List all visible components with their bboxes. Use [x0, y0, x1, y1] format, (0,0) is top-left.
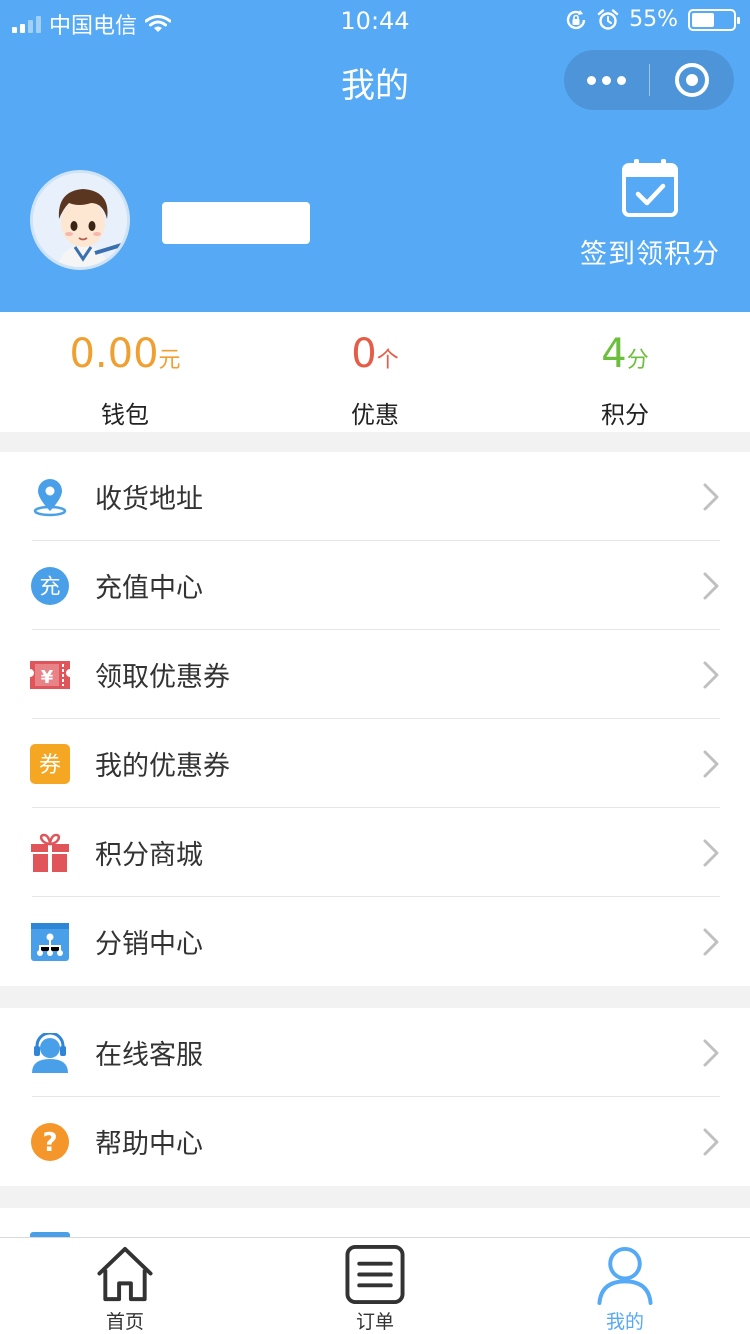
stat-unit: 元	[158, 348, 181, 373]
recharge-icon-glyph: 充	[40, 574, 61, 598]
home-icon	[97, 1246, 153, 1302]
menu-group-services: 收货地址 充 充值中心 ¥ 领取优惠券 券 我的优惠券 积分商城 分销中心	[0, 452, 750, 986]
stat-value-row: 0.00元	[0, 330, 250, 385]
coupon-ticket-icon: ¥	[30, 655, 70, 695]
menu-item-label: 分销中心	[95, 929, 203, 960]
chevron-right-icon	[703, 1039, 719, 1066]
menu-item-get-coupons[interactable]: ¥ 领取优惠券	[0, 630, 750, 719]
menu-item-label: 收货地址	[95, 484, 203, 515]
stat-value: 0.00	[69, 331, 159, 377]
tab-orders[interactable]: 订单	[250, 1238, 500, 1334]
menu-item-my-coupons[interactable]: 券 我的优惠券	[0, 719, 750, 808]
tab-label: 订单	[355, 1311, 394, 1333]
help-icon-glyph: ?	[42, 1128, 57, 1158]
chevron-right-icon	[703, 661, 719, 688]
chevron-right-icon	[703, 928, 719, 955]
account-stats: 0.00元 钱包 0个 优惠 4分 积分	[0, 312, 750, 432]
checkin-button[interactable]: 签到领积分	[580, 158, 720, 271]
customer-service-icon	[30, 1032, 70, 1073]
menu-item-shipping-address[interactable]: 收货地址	[0, 452, 750, 541]
checkin-label: 签到领积分	[580, 239, 720, 270]
menu-item-online-service[interactable]: 在线客服	[0, 1008, 750, 1097]
my-coupon-icon: 券	[30, 743, 70, 784]
menu-item-points-mall[interactable]: 积分商城	[0, 808, 750, 897]
menu-item-label: 帮助中心	[95, 1129, 203, 1160]
menu-group-support: 在线客服 ? 帮助中心	[0, 1008, 750, 1186]
stat-label: 钱包	[101, 401, 149, 429]
location-pin-icon	[30, 477, 70, 517]
chevron-right-icon	[703, 839, 719, 866]
avatar-illustration	[33, 173, 127, 267]
dot-icon	[617, 75, 626, 85]
recharge-icon: 充	[30, 566, 70, 606]
help-icon: ?	[30, 1122, 70, 1162]
alarm-icon	[597, 8, 619, 30]
menu-item-recharge-center[interactable]: 充 充值中心	[0, 541, 750, 630]
menu-item-distribution-center[interactable]: 分销中心	[0, 897, 750, 986]
stat-points[interactable]: 4分 积分	[500, 312, 750, 432]
chevron-right-icon	[703, 750, 719, 777]
tab-label: 首页	[105, 1311, 144, 1333]
stat-value: 4	[601, 331, 627, 377]
menu-item-label: 积分商城	[95, 840, 203, 871]
menu-item-help-center[interactable]: ? 帮助中心	[0, 1097, 750, 1186]
profile-header: 签到领积分	[0, 120, 750, 312]
stat-label: 优惠	[351, 401, 399, 429]
tab-bar: 首页 订单 我的	[0, 1237, 750, 1334]
status-bar: 中国电信 10:44 55%	[0, 0, 750, 42]
stat-unit: 个	[376, 348, 399, 373]
tab-home[interactable]: 首页	[0, 1238, 250, 1334]
stat-value-row: 0个	[250, 330, 500, 385]
my-coupon-icon-glyph: 券	[39, 753, 61, 778]
menu-item-label: 我的优惠券	[95, 751, 230, 782]
status-icons: 55%	[565, 7, 740, 32]
tab-mine[interactable]: 我的	[500, 1238, 750, 1334]
chevron-right-icon	[703, 1128, 719, 1155]
stat-value-row: 4分	[500, 330, 750, 385]
calendar-check-icon	[622, 159, 678, 217]
more-options-button[interactable]	[564, 50, 649, 110]
battery-level-fill	[692, 12, 714, 27]
username-redacted	[162, 202, 310, 244]
orders-icon	[345, 1244, 405, 1305]
stat-wallet[interactable]: 0.00元 钱包	[0, 312, 250, 432]
stat-label: 积分	[601, 401, 649, 429]
menu-item-label: 领取优惠券	[95, 662, 230, 693]
target-circle-icon	[675, 63, 709, 97]
chevron-right-icon	[703, 483, 719, 510]
avatar[interactable]	[30, 170, 130, 270]
miniprogram-capsule	[564, 50, 734, 110]
close-miniprogram-button[interactable]	[650, 50, 734, 110]
battery-percent: 55%	[629, 7, 678, 32]
stat-coupons[interactable]: 0个 优惠	[250, 312, 500, 432]
menu-item-label: 在线客服	[95, 1040, 203, 1071]
menu-group-more	[0, 1208, 750, 1237]
navigation-bar: 我的	[0, 42, 750, 120]
gift-icon	[30, 833, 70, 873]
dot-icon	[602, 75, 611, 85]
coupon-icon-glyph: ¥	[41, 667, 54, 688]
stat-value: 0	[351, 331, 377, 377]
user-icon	[597, 1246, 653, 1305]
dot-icon	[587, 75, 596, 85]
chevron-right-icon	[703, 572, 719, 599]
rotation-lock-icon	[566, 9, 586, 29]
distribution-icon	[30, 922, 70, 962]
menu-item-label: 充值中心	[95, 573, 203, 604]
tab-label: 我的	[605, 1311, 644, 1333]
stat-unit: 分	[626, 348, 649, 373]
battery-icon	[688, 8, 740, 31]
